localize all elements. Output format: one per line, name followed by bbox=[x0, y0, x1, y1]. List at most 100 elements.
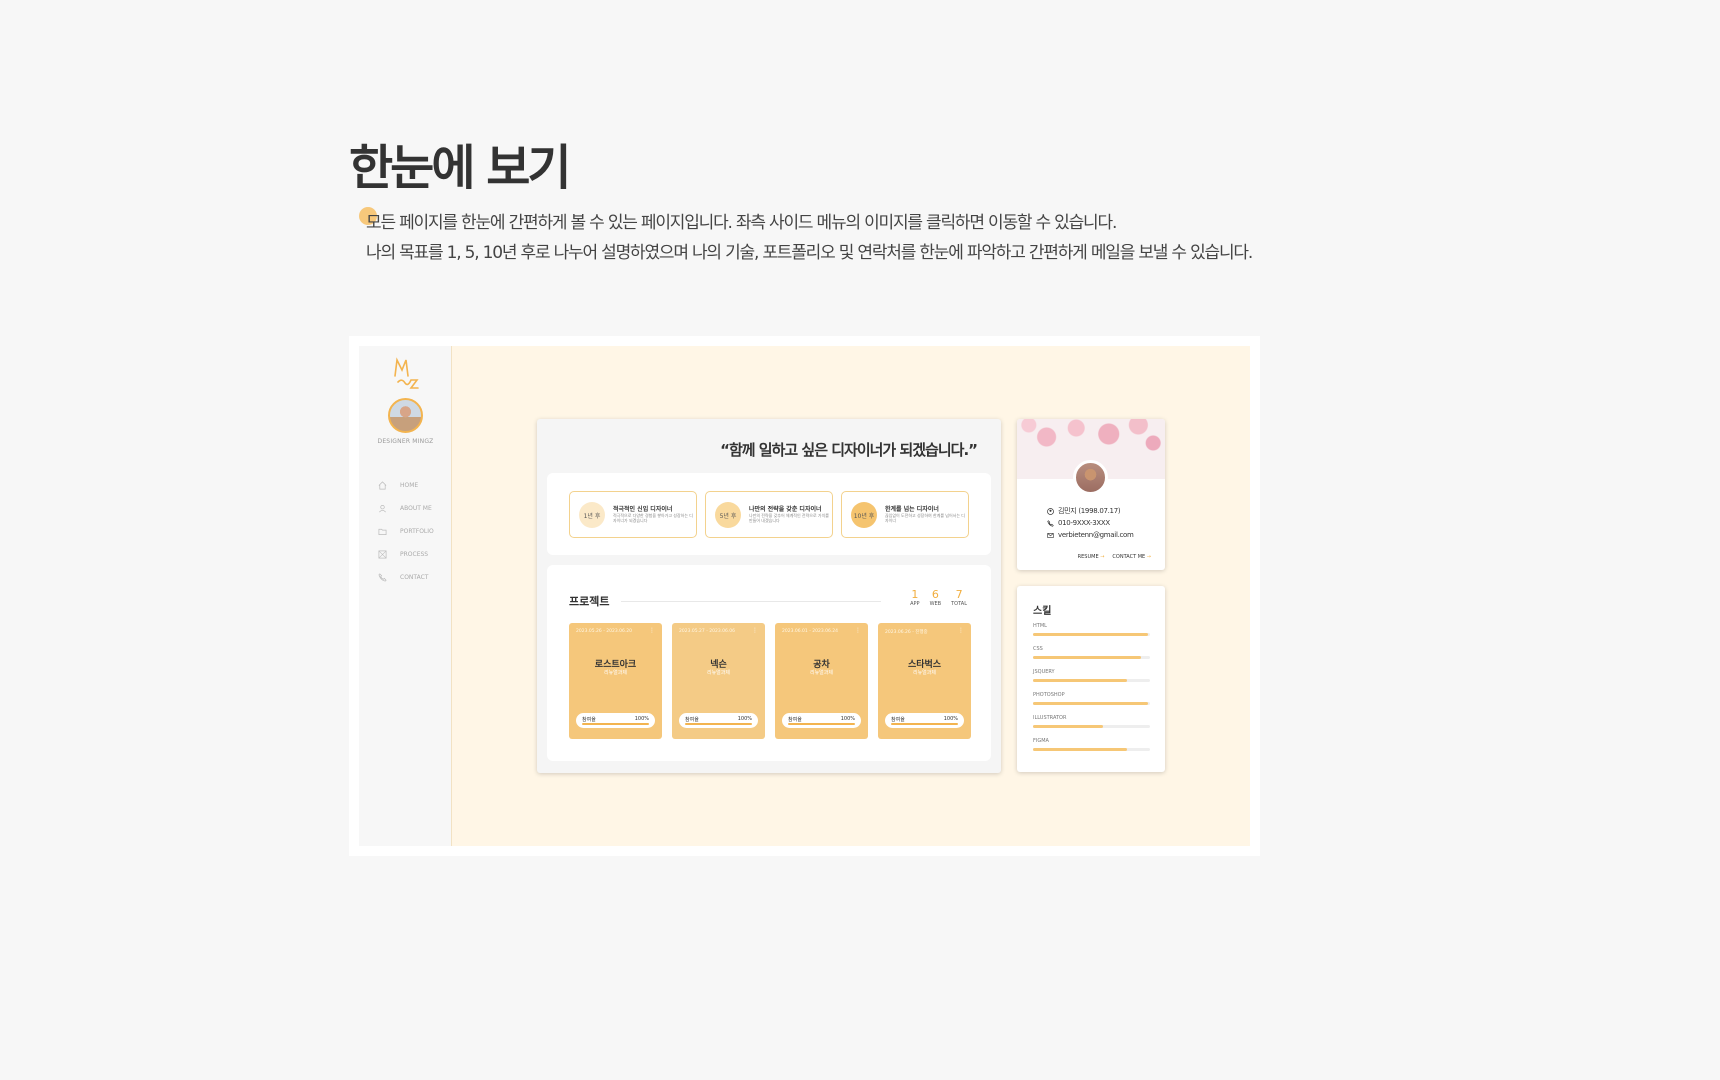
avatar[interactable] bbox=[388, 398, 423, 433]
profile-card: 김민지 (1998.07.17) 010-9XXX-3XXX verbieten… bbox=[1017, 419, 1165, 570]
count-number: 1 bbox=[911, 588, 919, 601]
progress-bar: 참여율 100% bbox=[885, 713, 964, 728]
goal-description: 적극적으로 다양한 경험을 쌓아가고 성장하는 디자이너가 되겠습니다 bbox=[613, 513, 693, 523]
skill-name: PHOTOSHOP bbox=[1033, 692, 1065, 698]
count-label: TOTAL bbox=[951, 601, 967, 607]
profile-name: 김민지 (1998.07.17) bbox=[1058, 507, 1121, 515]
projects-title: 프로젝트 bbox=[569, 595, 610, 608]
progress-bar: 참여율 100% bbox=[679, 713, 758, 728]
more-icon[interactable]: ⋮ bbox=[649, 627, 655, 634]
progress-bar: 참여율 100% bbox=[576, 713, 655, 728]
profile-email[interactable]: verbietenn@gmail.com bbox=[1058, 529, 1134, 541]
skill-track bbox=[1033, 748, 1150, 751]
sidebar-item-portfolio[interactable]: PORTFOLIO bbox=[376, 520, 434, 543]
more-icon[interactable]: ⋮ bbox=[855, 627, 861, 634]
project-type: 리뉴얼과제 bbox=[603, 670, 627, 676]
sidebar-item-contact[interactable]: CONTACT bbox=[376, 566, 434, 589]
skill-fill bbox=[1033, 656, 1141, 659]
skill-item: HTML bbox=[1033, 623, 1150, 636]
app-preview: DESIGNER MINGZ HOME ABOUT ME PORTFOLIO P… bbox=[359, 346, 1250, 846]
skill-fill bbox=[1033, 725, 1104, 728]
project-date: 2023.06.26 - 진행중 bbox=[885, 630, 928, 635]
sidebar-item-label: PROCESS bbox=[400, 551, 429, 558]
goals-panel: 1년 후 적극적인 신입 디자이너 적극적으로 다양한 경험을 쌓아가고 성장하… bbox=[547, 473, 991, 555]
goal-badge: 1년 후 bbox=[579, 502, 605, 528]
project-type: 리뉴얼과제 bbox=[912, 670, 936, 676]
sidebar-item-label: ABOUT ME bbox=[400, 505, 432, 512]
progress-percent: 100% bbox=[943, 716, 958, 722]
arrow-right-icon: → bbox=[1146, 554, 1151, 560]
contact-link[interactable]: CONTACT ME → bbox=[1112, 554, 1151, 560]
skill-track bbox=[1033, 656, 1150, 659]
progress-percent: 100% bbox=[737, 716, 752, 722]
profile-email-row: verbietenn@gmail.com bbox=[1047, 529, 1134, 541]
project-card[interactable]: 2023.06.26 - 진행중 ⋮ 스타벅스 리뉴얼과제 참여율 100% bbox=[878, 623, 971, 739]
profile-avatar bbox=[1073, 460, 1108, 495]
count-web: 6 WEB bbox=[930, 589, 942, 608]
skill-fill bbox=[1033, 702, 1148, 705]
goal-title: 한계를 넘는 디자이너 bbox=[885, 506, 939, 513]
progress-percent: 100% bbox=[840, 716, 855, 722]
skill-item: PHOTOSHOP bbox=[1033, 692, 1150, 705]
phone-icon bbox=[1047, 519, 1054, 527]
page-title: 한눈에 보기 bbox=[349, 140, 572, 196]
sidebar-item-label: CONTACT bbox=[400, 574, 429, 581]
goal-card: 10년 후 한계를 넘는 디자이너 끊임없이 도전하고 성장하여 한계를 넘어서… bbox=[841, 491, 969, 538]
project-card[interactable]: 2023.05.27 - 2023.06.06 ⋮ 넥슨 리뉴얼과제 참여율 1… bbox=[672, 623, 765, 739]
resume-link[interactable]: RESUME → bbox=[1078, 554, 1105, 560]
logo-icon[interactable] bbox=[391, 356, 421, 392]
project-cards: 2023.05.26 - 2023.06.20 ⋮ 로스트아크 리뉴얼과제 참여… bbox=[569, 623, 971, 739]
sidebar-item-process[interactable]: PROCESS bbox=[376, 543, 434, 566]
skill-track bbox=[1033, 633, 1150, 636]
skill-name: HTML bbox=[1033, 623, 1047, 629]
profile-name-row: 김민지 (1998.07.17) bbox=[1047, 505, 1134, 517]
main-card: “함께 일하고 싶은 디자이너가 되겠습니다.” 1년 후 적극적인 신입 디자… bbox=[537, 419, 1001, 773]
profile-phone: 010-9XXX-3XXX bbox=[1058, 519, 1110, 527]
user-circle-icon bbox=[1047, 507, 1054, 515]
skill-name: CSS bbox=[1033, 646, 1043, 652]
count-number: 7 bbox=[955, 588, 963, 601]
goal-badge: 10년 후 bbox=[851, 502, 877, 528]
project-card[interactable]: 2023.06.01 - 2023.06.24 ⋮ 공차 리뉴얼과제 참여율 1… bbox=[775, 623, 868, 739]
user-icon bbox=[376, 503, 388, 515]
count-label: APP bbox=[910, 601, 920, 607]
quote-text: “함께 일하고 싶은 디자이너가 되겠습니다.” bbox=[720, 441, 978, 459]
sidebar: DESIGNER MINGZ HOME ABOUT ME PORTFOLIO P… bbox=[359, 346, 452, 846]
progress-label: 참여율 bbox=[788, 717, 802, 723]
more-icon[interactable]: ⋮ bbox=[958, 627, 964, 634]
skill-track bbox=[1033, 702, 1150, 705]
progress-fill bbox=[685, 723, 752, 725]
goal-card: 1년 후 적극적인 신입 디자이너 적극적으로 다양한 경험을 쌓아가고 성장하… bbox=[569, 491, 697, 538]
goal-title: 적극적인 신입 디자이너 bbox=[613, 506, 673, 513]
sidebar-item-about[interactable]: ABOUT ME bbox=[376, 497, 434, 520]
profile-links: RESUME → CONTACT ME → bbox=[1078, 554, 1151, 560]
contact-label: CONTACT ME bbox=[1112, 554, 1146, 560]
progress-label: 참여율 bbox=[891, 717, 905, 723]
preview-frame: DESIGNER MINGZ HOME ABOUT ME PORTFOLIO P… bbox=[349, 336, 1260, 856]
skill-name: ILLUSTRATOR bbox=[1033, 715, 1067, 721]
project-date: 2023.06.01 - 2023.06.24 bbox=[782, 629, 839, 634]
goal-description: 끊임없이 도전하고 성장하여 한계를 넘어서는 디자이너 bbox=[885, 513, 965, 523]
progress-fill bbox=[891, 723, 958, 725]
arrow-right-icon: → bbox=[1100, 554, 1105, 560]
brand-name: DESIGNER MINGZ bbox=[377, 438, 434, 445]
progress-fill bbox=[582, 723, 649, 725]
skill-item: CSS bbox=[1033, 646, 1150, 659]
progress-percent: 100% bbox=[634, 716, 649, 722]
description-line-2: 나의 목표를 1, 5, 10년 후로 나누어 설명하였으며 나의 기술, 포트… bbox=[366, 243, 1253, 263]
project-date: 2023.05.27 - 2023.06.06 bbox=[679, 629, 736, 634]
goal-title: 나만의 전략을 갖춘 디자이너 bbox=[749, 506, 822, 513]
skill-item: ILLUSTRATOR bbox=[1033, 715, 1150, 728]
project-card[interactable]: 2023.05.26 - 2023.06.20 ⋮ 로스트아크 리뉴얼과제 참여… bbox=[569, 623, 662, 739]
progress-label: 참여율 bbox=[582, 717, 596, 723]
progress-fill bbox=[788, 723, 855, 725]
project-date: 2023.05.26 - 2023.06.20 bbox=[576, 629, 633, 634]
skills-card: 스킬 HTML CSS JSQUERY PHOTOSHOP ILLUSTRATO… bbox=[1017, 586, 1165, 772]
more-icon[interactable]: ⋮ bbox=[752, 627, 758, 634]
home-icon bbox=[376, 480, 388, 492]
sidebar-item-home[interactable]: HOME bbox=[376, 474, 434, 497]
projects-panel: 프로젝트 1 APP 6 WEB 7 TOTAL 2023.05.26 - 20… bbox=[547, 565, 991, 761]
skill-fill bbox=[1033, 679, 1127, 682]
count-app: 1 APP bbox=[910, 588, 920, 608]
skill-fill bbox=[1033, 633, 1148, 636]
